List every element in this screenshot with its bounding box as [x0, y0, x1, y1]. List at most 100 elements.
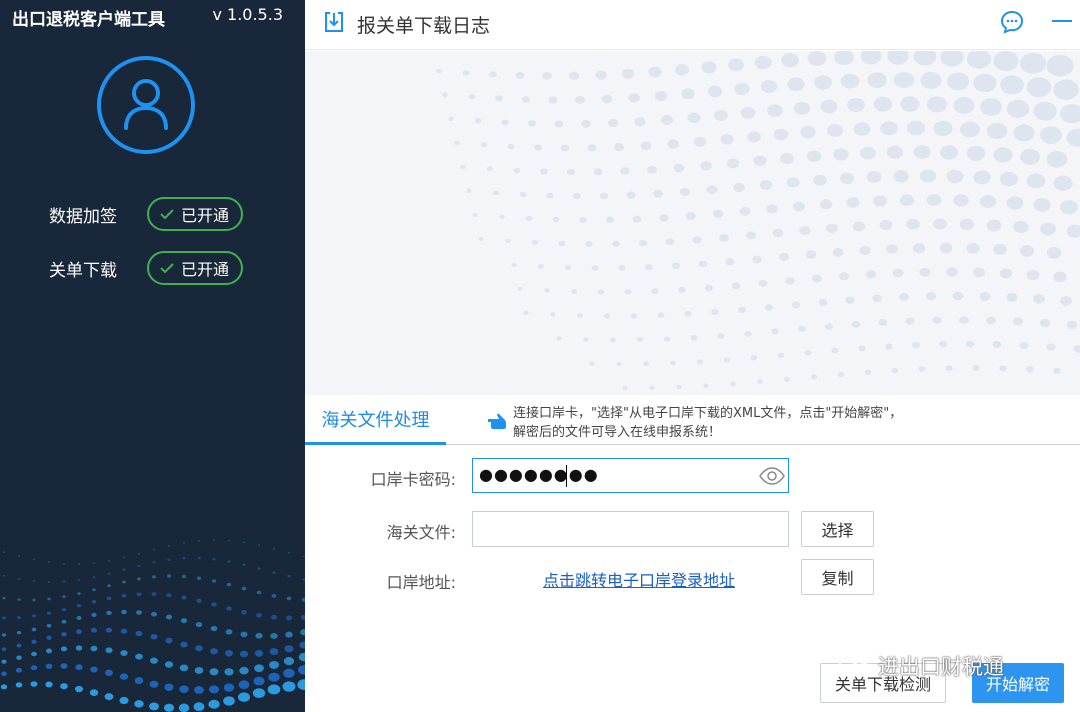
- wave-dot: [15, 682, 23, 688]
- decor-dot: [495, 95, 503, 102]
- customs-file-input[interactable]: [472, 511, 789, 547]
- decor-dot: [919, 169, 937, 183]
- wave-dot: [210, 648, 218, 655]
- decor-dot: [740, 107, 756, 119]
- wave-dot: [106, 596, 112, 601]
- decor-dot: [679, 187, 691, 197]
- wave-dot: [240, 631, 248, 638]
- wave-dot: [152, 561, 156, 564]
- wave-dot: [91, 612, 97, 617]
- wave-dot: [166, 574, 172, 578]
- decor-dot: [932, 316, 942, 324]
- decor-dot: [1053, 367, 1061, 375]
- decor-dot: [651, 288, 659, 294]
- wave-dot: [63, 562, 65, 565]
- decor-dot: [579, 216, 587, 223]
- wave-dot: [108, 559, 110, 562]
- wave-dot: [48, 561, 50, 563]
- wave-dot: [1, 647, 7, 652]
- wave-dot: [18, 555, 20, 557]
- page-title[interactable]: 报关单下载日志: [357, 11, 490, 38]
- wave-dot: [120, 650, 128, 656]
- portal-login-link[interactable]: 点击跳转电子口岸登录地址: [543, 567, 735, 591]
- wave-dot: [195, 622, 203, 628]
- check-icon: [160, 209, 174, 220]
- decor-dot: [959, 316, 969, 324]
- wave-dot: [119, 673, 129, 680]
- feature-label: 关单下载: [49, 260, 117, 281]
- decor-dot: [837, 371, 845, 378]
- wave-dot: [242, 563, 246, 567]
- decor-dot: [946, 169, 964, 184]
- decor-dot: [701, 61, 717, 74]
- wave-dot: [285, 631, 293, 638]
- decor-dot: [620, 167, 630, 175]
- eye-icon[interactable]: [759, 467, 785, 485]
- decor-dot: [993, 243, 1007, 255]
- copy-button[interactable]: 复制: [801, 559, 874, 595]
- decor-dot: [472, 212, 478, 217]
- wave-dot: [92, 576, 96, 579]
- wave-dot: [223, 696, 235, 706]
- download-log-icon[interactable]: [324, 11, 344, 33]
- decor-dot: [667, 139, 679, 149]
- decor-dot: [723, 357, 731, 363]
- decor-dot: [824, 323, 834, 330]
- wave-dot: [165, 614, 173, 620]
- wave-dot: [298, 665, 305, 675]
- decor-dot: [712, 209, 724, 218]
- tab-customs-file[interactable]: 海关文件处理: [305, 395, 446, 445]
- decor-dot: [552, 216, 560, 223]
- decor-dot: [648, 66, 662, 78]
- wave-dot: [61, 607, 67, 612]
- avatar[interactable]: [97, 56, 195, 154]
- wave-dot: [225, 629, 233, 635]
- decor-dot: [478, 236, 484, 241]
- minimize-icon[interactable]: [1052, 20, 1072, 22]
- wave-dot: [149, 680, 159, 688]
- decor-dot: [918, 366, 926, 372]
- wave-dot: [61, 619, 67, 624]
- decor-dot: [489, 71, 497, 78]
- decor-dot: [819, 199, 833, 210]
- decor-dot: [866, 171, 882, 183]
- wave-dot: [45, 663, 53, 669]
- wave-dot: [271, 594, 277, 598]
- decor-dot: [717, 333, 725, 339]
- wave-dot: [151, 611, 157, 617]
- decor-dot: [728, 58, 744, 72]
- wave-dot: [16, 643, 22, 648]
- decor-dot: [1066, 320, 1078, 330]
- decor-dot: [933, 218, 947, 230]
- decor-dot: [558, 240, 566, 247]
- chat-icon[interactable]: [1000, 10, 1024, 34]
- wave-dot: [256, 590, 262, 595]
- wave-dot: [194, 666, 204, 674]
- wave-dot: [193, 702, 205, 712]
- wave-dot: [15, 667, 23, 673]
- wave-dot: [46, 635, 52, 640]
- decor-dot: [493, 190, 499, 196]
- wave-dot: [253, 676, 265, 686]
- wave-dot: [163, 703, 175, 712]
- decor-dot: [787, 77, 805, 92]
- wave-dot: [210, 625, 218, 632]
- wave-dot: [77, 578, 81, 582]
- decor-dot: [1012, 317, 1024, 326]
- wave-dot: [269, 648, 279, 656]
- decor-dot: [893, 71, 915, 89]
- decor-dot: [838, 272, 850, 281]
- wave-dot: [30, 665, 38, 671]
- select-button[interactable]: 选择: [801, 511, 874, 547]
- password-input[interactable]: ●●●●●●●●: [472, 458, 789, 493]
- watermark: 进出口财税通: [838, 651, 1004, 681]
- decor-dot: [731, 282, 741, 290]
- app-title: 出口退税客户端工具: [12, 10, 165, 30]
- decor-dot: [777, 352, 785, 359]
- decor-dot: [979, 292, 991, 301]
- decor-dot: [986, 219, 1002, 232]
- decor-dot: [864, 369, 872, 375]
- decor-dot: [744, 330, 752, 337]
- wave-dot: [17, 598, 21, 601]
- wave-dot: [134, 677, 144, 684]
